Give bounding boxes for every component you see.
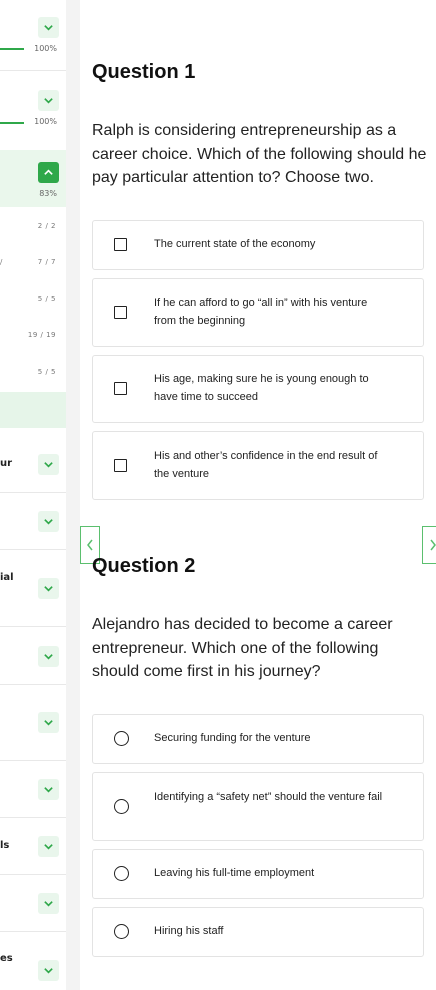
checkbox[interactable] — [114, 238, 127, 251]
chevron-down-icon — [44, 787, 53, 793]
divider — [0, 760, 66, 761]
answer-text: The current state of the economy — [154, 238, 316, 250]
module-toggle-chevron-down-icon[interactable] — [38, 90, 59, 111]
chevron-down-icon — [44, 25, 53, 31]
module-toggle-chevron-down-icon[interactable] — [38, 578, 59, 599]
chevron-down-icon — [44, 586, 53, 592]
divider — [0, 874, 66, 875]
module-toggle-chevron-down-icon[interactable] — [38, 511, 59, 532]
divider — [0, 70, 66, 71]
lesson-count[interactable]: 7 / 7 — [38, 258, 56, 266]
chevron-down-icon — [44, 654, 53, 660]
lesson-count[interactable]: 5 / 5 — [38, 295, 56, 303]
divider — [0, 626, 66, 627]
chevron-down-icon — [44, 968, 53, 974]
module-toggle-chevron-down-icon[interactable] — [38, 646, 59, 667]
course-outline-sidebar: 100% 100% 83% 2 / 2 / 7 / 7 5 / 5 19 / 1… — [0, 0, 66, 990]
answer-option-radio[interactable]: Securing funding for the venture — [92, 714, 424, 764]
answer-text: His age, making sure he is young enough … — [154, 373, 369, 403]
answer-option-checkbox[interactable]: His and other’s confidence in the end re… — [92, 431, 424, 500]
lesson-count-fragment: / — [0, 258, 3, 266]
answer-option-radio[interactable]: Hiring his staff — [92, 907, 424, 957]
module-toggle-chevron-down-icon[interactable] — [38, 960, 59, 981]
divider — [0, 931, 66, 932]
chevron-down-icon — [44, 98, 53, 104]
question-title: Question 1 — [92, 61, 196, 83]
answer-option-checkbox[interactable]: His age, making sure he is young enough … — [92, 355, 424, 423]
divider — [0, 492, 66, 493]
module-progress-bar — [0, 122, 24, 124]
divider — [0, 684, 66, 685]
chevron-down-icon — [44, 844, 53, 850]
module-progress-bar — [0, 48, 24, 50]
divider — [0, 817, 66, 818]
checkbox[interactable] — [114, 306, 127, 319]
answer-option-radio[interactable]: Leaving his full-time employment — [92, 849, 424, 899]
answer-text: Identifying a “safety net” should the ve… — [154, 791, 383, 803]
quiz-content: Question 1 Ralph is considering entrepre… — [80, 0, 436, 990]
next-button[interactable] — [422, 526, 436, 564]
module-toggle-chevron-down-icon[interactable] — [38, 893, 59, 914]
chevron-down-icon — [44, 720, 53, 726]
answer-option-radio[interactable]: Identifying a “safety net” should the ve… — [92, 772, 424, 841]
module-toggle-chevron-down-icon[interactable] — [38, 17, 59, 38]
radio-button[interactable] — [114, 866, 129, 881]
chevron-down-icon — [44, 462, 53, 468]
divider — [0, 549, 66, 550]
checkbox[interactable] — [114, 459, 127, 472]
module-toggle-chevron-down-icon[interactable] — [38, 779, 59, 800]
question-text: Ralph is considering entrepreneurship as… — [92, 122, 427, 186]
question-text: Alejandro has decided to become a career… — [92, 616, 393, 680]
lesson-count[interactable]: 19 / 19 — [28, 331, 56, 339]
module-progress-text: 100% — [34, 117, 57, 126]
checkbox[interactable] — [114, 382, 127, 395]
module-label[interactable]: ls — [0, 840, 9, 851]
active-lesson-row[interactable] — [0, 392, 66, 428]
sidebar-gutter — [66, 0, 80, 990]
lesson-count[interactable]: 2 / 2 — [38, 222, 56, 230]
module-toggle-chevron-down-icon[interactable] — [38, 454, 59, 475]
module-progress-text: 83% — [39, 189, 57, 198]
radio-button[interactable] — [114, 799, 129, 814]
chevron-left-icon — [87, 539, 93, 551]
module-label[interactable]: es — [0, 953, 13, 964]
question-title: Question 2 — [92, 555, 196, 577]
module-toggle-chevron-down-icon[interactable] — [38, 712, 59, 733]
answer-option-checkbox[interactable]: The current state of the economy — [92, 220, 424, 270]
module-progress-text: 100% — [34, 44, 57, 53]
chevron-down-icon — [44, 519, 53, 525]
chevron-down-icon — [44, 901, 53, 907]
answer-text: Securing funding for the venture — [154, 732, 311, 744]
lesson-count[interactable]: 5 / 5 — [38, 368, 56, 376]
answer-text: Hiring his staff — [154, 925, 224, 937]
chevron-right-icon — [429, 539, 436, 551]
answer-option-checkbox[interactable]: If he can afford to go “all in” with his… — [92, 278, 424, 347]
answer-text: His and other’s confidence in the end re… — [154, 450, 378, 480]
module-label[interactable]: ur — [0, 458, 12, 469]
answer-text: If he can afford to go “all in” with his… — [154, 297, 368, 327]
chevron-up-icon — [44, 169, 53, 175]
module-toggle-chevron-up-icon[interactable] — [38, 162, 59, 183]
answer-text: Leaving his full-time employment — [154, 867, 315, 879]
radio-button[interactable] — [114, 731, 129, 746]
module-label[interactable]: ial — [0, 572, 14, 583]
radio-button[interactable] — [114, 924, 129, 939]
module-toggle-chevron-down-icon[interactable] — [38, 836, 59, 857]
